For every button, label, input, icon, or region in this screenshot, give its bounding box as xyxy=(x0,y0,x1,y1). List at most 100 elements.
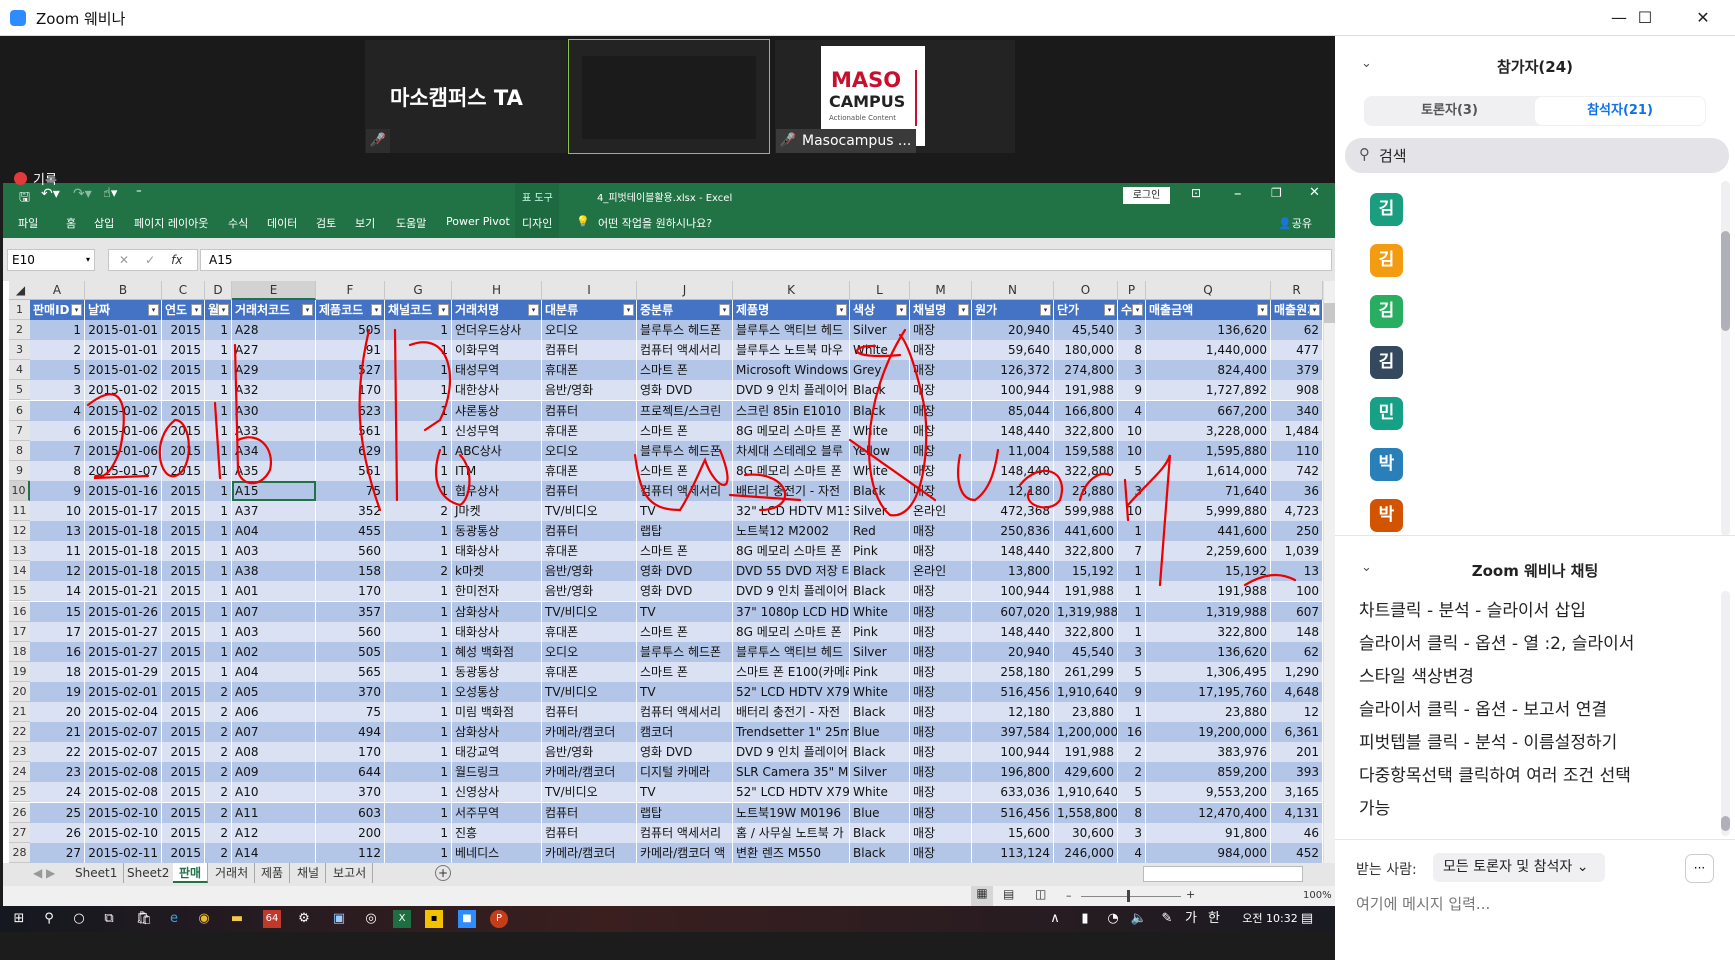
file-explorer-icon[interactable]: ▬ xyxy=(228,910,246,928)
table-cell[interactable]: 1 xyxy=(385,601,452,622)
table-cell[interactable]: ITM xyxy=(452,460,542,481)
participant-scrollbar[interactable] xyxy=(1721,181,1730,536)
battery-icon[interactable]: ▮ xyxy=(1076,910,1094,928)
table-cell[interactable]: 527 xyxy=(316,360,385,381)
save-icon[interactable]: 🖫 xyxy=(19,188,30,210)
table-cell[interactable]: 배터리 충전기 - 자전 xyxy=(733,480,850,501)
table-cell[interactable]: 15,600 xyxy=(972,822,1054,843)
table-cell[interactable]: 1 xyxy=(205,661,232,682)
table-cell[interactable]: 오성통상 xyxy=(452,681,542,702)
table-cell[interactable]: 1 xyxy=(385,782,452,803)
table-cell[interactable]: 1 xyxy=(385,641,452,662)
table-cell[interactable]: 1 xyxy=(385,320,452,341)
table-cell[interactable]: 1 xyxy=(205,641,232,662)
table-header-cell[interactable]: 매출금액 ▾ xyxy=(1146,300,1271,320)
table-cell[interactable]: A07 xyxy=(232,601,316,622)
table-cell[interactable]: 컴퓨터 xyxy=(542,340,637,361)
table-cell[interactable]: k마켓 xyxy=(452,561,542,582)
table-cell[interactable]: 휴대폰 xyxy=(542,360,637,381)
table-cell[interactable]: 9,553,200 xyxy=(1146,782,1271,803)
table-cell[interactable]: 9 xyxy=(1118,380,1146,401)
participant-avatar[interactable]: 김 xyxy=(1370,244,1403,277)
table-cell[interactable]: 프로젝트/스크린 xyxy=(637,400,733,421)
table-cell[interactable]: 2015-01-18 xyxy=(85,541,162,562)
table-cell[interactable]: 20 xyxy=(30,702,85,722)
cancel-icon[interactable]: ✕ xyxy=(119,253,129,267)
table-cell[interactable]: 340 xyxy=(1271,400,1323,421)
table-cell[interactable]: 5 xyxy=(1118,460,1146,481)
table-cell[interactable]: 노트북19W M0196 xyxy=(733,802,850,823)
table-cell[interactable]: 2015 xyxy=(162,822,205,843)
table-cell[interactable]: 908 xyxy=(1271,380,1323,401)
table-cell[interactable]: 컴퓨터 xyxy=(542,702,637,722)
table-cell[interactable]: A27 xyxy=(232,340,316,361)
table-cell[interactable]: 음반/영화 xyxy=(542,380,637,401)
excel-taskbar-icon[interactable]: X xyxy=(393,910,411,928)
table-cell[interactable]: 1 xyxy=(205,480,232,501)
table-cell[interactable]: 한미전자 xyxy=(452,581,542,602)
table-cell[interactable]: 1 xyxy=(205,440,232,461)
table-cell[interactable]: A37 xyxy=(232,501,316,521)
table-cell[interactable]: 201 xyxy=(1271,742,1323,763)
filter-dropdown-icon[interactable]: ▾ xyxy=(191,304,202,316)
table-cell[interactable]: A07 xyxy=(232,722,316,743)
table-cell[interactable]: 2015 xyxy=(162,762,205,783)
table-cell[interactable]: 10 xyxy=(1118,440,1146,461)
table-cell[interactable]: 동광통상 xyxy=(452,661,542,682)
table-cell[interactable]: 2 xyxy=(1118,742,1146,763)
row-header[interactable]: 16 xyxy=(9,601,30,622)
table-cell[interactable]: 11,004 xyxy=(972,440,1054,461)
table-cell[interactable]: 월드링크 xyxy=(452,762,542,783)
table-cell[interactable]: 매장 xyxy=(910,581,972,602)
table-cell[interactable]: 4,131 xyxy=(1271,802,1323,823)
tab-review[interactable]: 검토 xyxy=(316,215,336,231)
table-cell[interactable]: 17 xyxy=(30,621,85,642)
table-cell[interactable]: 1 xyxy=(385,802,452,823)
table-cell[interactable]: 607,020 xyxy=(972,601,1054,622)
table-cell[interactable]: 2 xyxy=(205,842,232,863)
table-cell[interactable]: A03 xyxy=(232,541,316,562)
table-cell[interactable]: A04 xyxy=(232,521,316,542)
table-cell[interactable]: 2015-01-17 xyxy=(85,501,162,521)
table-cell[interactable]: 음반/영화 xyxy=(542,581,637,602)
table-cell[interactable]: 494 xyxy=(316,722,385,743)
table-cell[interactable]: 565 xyxy=(316,661,385,682)
row-header[interactable]: 3 xyxy=(9,340,30,361)
table-cell[interactable]: 12,180 xyxy=(972,702,1054,722)
table-header-cell[interactable]: 거래처코드 ▾ xyxy=(232,300,316,320)
column-header[interactable]: A xyxy=(30,281,85,300)
table-cell[interactable]: 태화상사 xyxy=(452,621,542,642)
table-cell[interactable]: 1 xyxy=(205,460,232,481)
table-cell[interactable]: White xyxy=(850,460,910,481)
table-cell[interactable]: 1,290 xyxy=(1271,661,1323,682)
row-header[interactable]: 9 xyxy=(9,460,30,481)
participant-avatar[interactable]: 박 xyxy=(1370,448,1403,481)
table-cell[interactable]: A06 xyxy=(232,702,316,722)
start-icon[interactable]: ⊞ xyxy=(10,910,28,928)
table-cell[interactable]: 322,800 xyxy=(1054,460,1118,481)
filter-dropdown-icon[interactable]: ▾ xyxy=(528,304,539,316)
zoom-taskbar-icon[interactable]: ■ xyxy=(458,910,476,928)
table-cell[interactable]: White xyxy=(850,340,910,361)
tab-insert[interactable]: 삽입 xyxy=(94,215,114,231)
table-header-cell[interactable]: 채널명 ▾ xyxy=(910,300,972,320)
table-cell[interactable]: 오디오 xyxy=(542,320,637,341)
table-cell[interactable]: 14 xyxy=(30,581,85,602)
table-cell[interactable]: Black xyxy=(850,702,910,722)
table-cell[interactable]: A12 xyxy=(232,822,316,843)
table-cell[interactable]: 13 xyxy=(30,521,85,542)
table-cell[interactable]: 2015-02-11 xyxy=(85,842,162,863)
table-cell[interactable]: 1 xyxy=(205,360,232,381)
table-cell[interactable]: A30 xyxy=(232,400,316,421)
table-cell[interactable]: 75 xyxy=(316,480,385,501)
table-cell[interactable]: 2015-01-01 xyxy=(85,320,162,341)
table-cell[interactable]: 3 xyxy=(30,380,85,401)
table-cell[interactable]: 2015 xyxy=(162,541,205,562)
table-cell[interactable]: 디지털 카메라 xyxy=(637,762,733,783)
table-cell[interactable]: Red xyxy=(850,521,910,542)
table-cell[interactable]: 2015-01-18 xyxy=(85,521,162,542)
table-cell[interactable]: 2 xyxy=(205,702,232,722)
table-cell[interactable]: 2015-01-18 xyxy=(85,561,162,582)
table-cell[interactable]: 3,165 xyxy=(1271,782,1323,803)
app-64-icon[interactable]: 64 xyxy=(263,910,281,928)
